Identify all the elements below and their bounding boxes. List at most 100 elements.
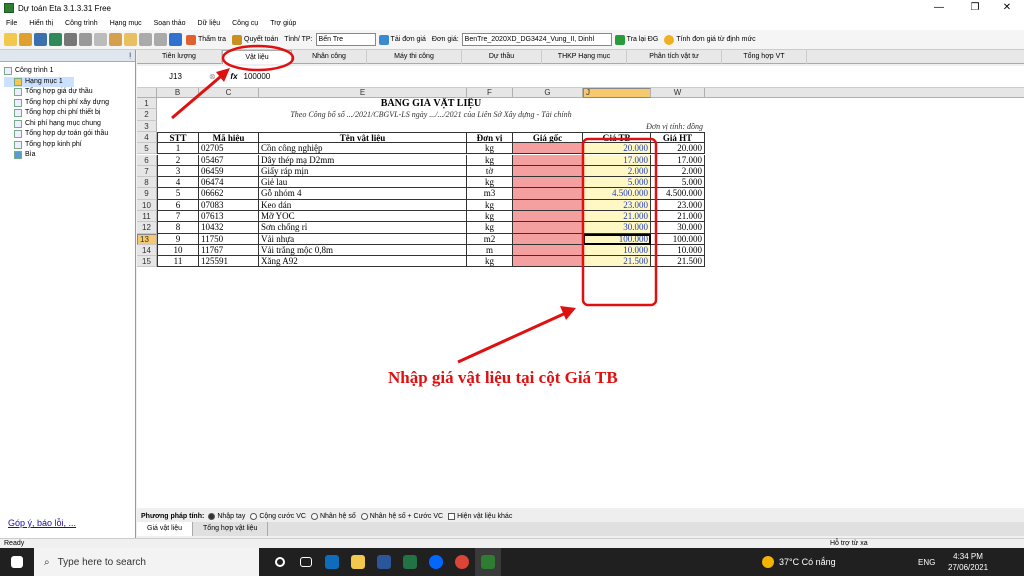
save-icon[interactable] — [34, 33, 47, 46]
cell-current-price[interactable]: 23.000 — [651, 199, 705, 211]
cell-unit[interactable]: m3 — [467, 188, 513, 200]
cell-reference[interactable]: J13 — [137, 72, 209, 81]
cell-avg-price[interactable]: 21.000 — [583, 211, 651, 223]
menu-tools[interactable]: Công cụ — [226, 20, 264, 27]
tab-thkp-hang-muc[interactable]: THKP Hạng mục — [542, 50, 627, 64]
tree-item-equipment-cost[interactable]: Tổng hợp chi phí thiết bị — [4, 108, 135, 119]
cell-code[interactable]: 06474 — [199, 177, 259, 189]
cell-current-price[interactable]: 100.000 — [651, 233, 705, 245]
row-header[interactable]: 3 — [137, 120, 157, 132]
cell-name[interactable]: Gỗ nhóm 4 — [259, 188, 467, 200]
outlook-icon[interactable] — [319, 548, 345, 576]
cell-stt[interactable]: 4 — [157, 177, 199, 189]
menu-view[interactable]: Hiển thị — [23, 20, 59, 27]
cell-unit[interactable]: kg — [467, 256, 513, 268]
cell-unit[interactable]: kg — [467, 143, 513, 155]
method-option-coef-shipping[interactable]: Nhân hệ số + Cước VC — [360, 512, 443, 520]
col-header-g[interactable]: G — [513, 88, 583, 98]
tree-item-project[interactable]: Công trình 1 — [4, 66, 135, 77]
close-button[interactable]: ✕ — [990, 0, 1024, 16]
cell-name[interactable]: Giấy ráp mịn — [259, 165, 467, 178]
cell-code[interactable]: 06459 — [199, 165, 259, 178]
cell-code[interactable]: 07083 — [199, 199, 259, 211]
cell-name[interactable]: Keo dán — [259, 199, 467, 211]
cell-stt[interactable]: 5 — [157, 188, 199, 200]
sheet-tab-material-price[interactable]: Giá vật liệu — [137, 522, 194, 536]
row-header[interactable]: 4 — [137, 131, 157, 144]
cell-name[interactable]: Xăng A92 — [259, 256, 467, 268]
weather-widget[interactable]: 37°C Có nắng — [762, 556, 836, 568]
cell-unit[interactable]: kg — [467, 177, 513, 189]
cell-base-price[interactable] — [513, 199, 583, 211]
sheet-tab-material-summary[interactable]: Tổng hợp vật liệu — [193, 522, 269, 536]
cell-unit[interactable]: kg — [467, 222, 513, 234]
feedback-link[interactable]: Góp ý, báo lỗi, ... — [8, 518, 76, 528]
cell-avg-price[interactable]: 21.500 — [583, 256, 651, 268]
cell-base-price[interactable] — [513, 165, 583, 178]
row-header[interactable]: 10 — [137, 199, 157, 211]
maximize-button[interactable]: ❐ — [958, 0, 992, 16]
forward-icon[interactable] — [169, 33, 182, 46]
row-header[interactable]: 13 — [137, 233, 157, 245]
menu-edit[interactable]: Soạn thảo — [148, 20, 192, 27]
row-header[interactable]: 2 — [137, 109, 157, 121]
cell-base-price[interactable] — [513, 177, 583, 189]
cell-avg-price[interactable]: 30.000 — [583, 222, 651, 234]
cell-stt[interactable]: 7 — [157, 211, 199, 223]
eta-app-icon[interactable] — [475, 548, 501, 576]
quyet-toan-button[interactable]: Quyết toán — [232, 34, 278, 45]
copy-icon[interactable] — [94, 33, 107, 46]
tree-item-bid-price[interactable]: Tổng hợp giá dự thầu — [4, 87, 135, 98]
clock[interactable]: 4:34 PM 27/06/2021 — [948, 551, 988, 573]
cell-avg-price[interactable]: 5.000 — [583, 177, 651, 189]
don-gia-select[interactable]: BenTre_2020XD_DG3424_Vung_II, Dinhl — [461, 33, 612, 46]
cell-code[interactable]: 05467 — [199, 154, 259, 166]
chrome-icon[interactable] — [449, 548, 475, 576]
cell-stt[interactable]: 1 — [157, 143, 199, 155]
excel-icon[interactable] — [49, 33, 62, 46]
row-header[interactable]: 5 — [137, 143, 157, 155]
cell-avg-price[interactable]: 17.000 — [583, 154, 651, 166]
menu-category[interactable]: Hạng mục — [104, 20, 148, 27]
cell-base-price[interactable] — [513, 233, 583, 245]
row-header[interactable]: 9 — [137, 188, 157, 200]
cell-stt[interactable]: 10 — [157, 244, 199, 257]
new-icon[interactable] — [4, 33, 17, 46]
confirm-icon[interactable]: ⊘ — [220, 72, 227, 81]
cell-name[interactable]: Giẻ lau — [259, 177, 467, 189]
cell-stt[interactable]: 3 — [157, 165, 199, 178]
cell-code[interactable]: 10432 — [199, 222, 259, 234]
cell-name[interactable]: Mỡ YOC — [259, 211, 467, 223]
cell-code[interactable]: 125591 — [199, 256, 259, 268]
tinh-select[interactable]: Bến Tre — [315, 33, 376, 46]
word-icon[interactable] — [371, 548, 397, 576]
tree-item-construction-cost[interactable]: Tổng hợp chi phí xây dựng — [4, 98, 135, 109]
tab-du-thau[interactable]: Dự thầu — [462, 50, 542, 64]
cell-current-price[interactable]: 20.000 — [651, 143, 705, 155]
cell-current-price[interactable]: 5.000 — [651, 177, 705, 189]
excel-taskbar-icon[interactable] — [397, 548, 423, 576]
redo-icon[interactable] — [154, 33, 167, 46]
cell-code[interactable]: 11767 — [199, 244, 259, 257]
cell-current-price[interactable]: 10.000 — [651, 244, 705, 257]
col-header-b[interactable]: B — [157, 88, 199, 98]
cell-name[interactable]: Vải trắng mộc 0,8m — [259, 244, 467, 257]
tree-item-cover[interactable]: Bìa — [4, 150, 135, 161]
cell-base-price[interactable] — [513, 188, 583, 200]
cell-current-price[interactable]: 2.000 — [651, 165, 705, 178]
cell-avg-price[interactable]: 2.000 — [583, 165, 651, 178]
cell-avg-price[interactable]: 100.000 — [583, 233, 651, 245]
taskbar-search[interactable]: ⌕ Type here to search — [34, 548, 259, 576]
cell-base-price[interactable] — [513, 211, 583, 223]
cell-avg-price[interactable]: 20.000 — [583, 143, 651, 155]
cell-current-price[interactable]: 30.000 — [651, 222, 705, 234]
row-header[interactable]: 11 — [137, 211, 157, 223]
menu-project[interactable]: Công trình — [59, 20, 104, 27]
tab-tien-luong[interactable]: Tiên lượng — [137, 50, 222, 64]
tree-item-general-cost[interactable]: Chi phí hạng mục chung — [4, 119, 135, 130]
cancel-icon[interactable]: ⊗ — [209, 72, 216, 81]
tab-tong-hop-vt[interactable]: Tổng hợp VT — [722, 50, 807, 64]
tab-may-thi-cong[interactable]: Máy thi công — [367, 50, 462, 64]
cut-icon[interactable] — [79, 33, 92, 46]
undo-icon[interactable] — [139, 33, 152, 46]
